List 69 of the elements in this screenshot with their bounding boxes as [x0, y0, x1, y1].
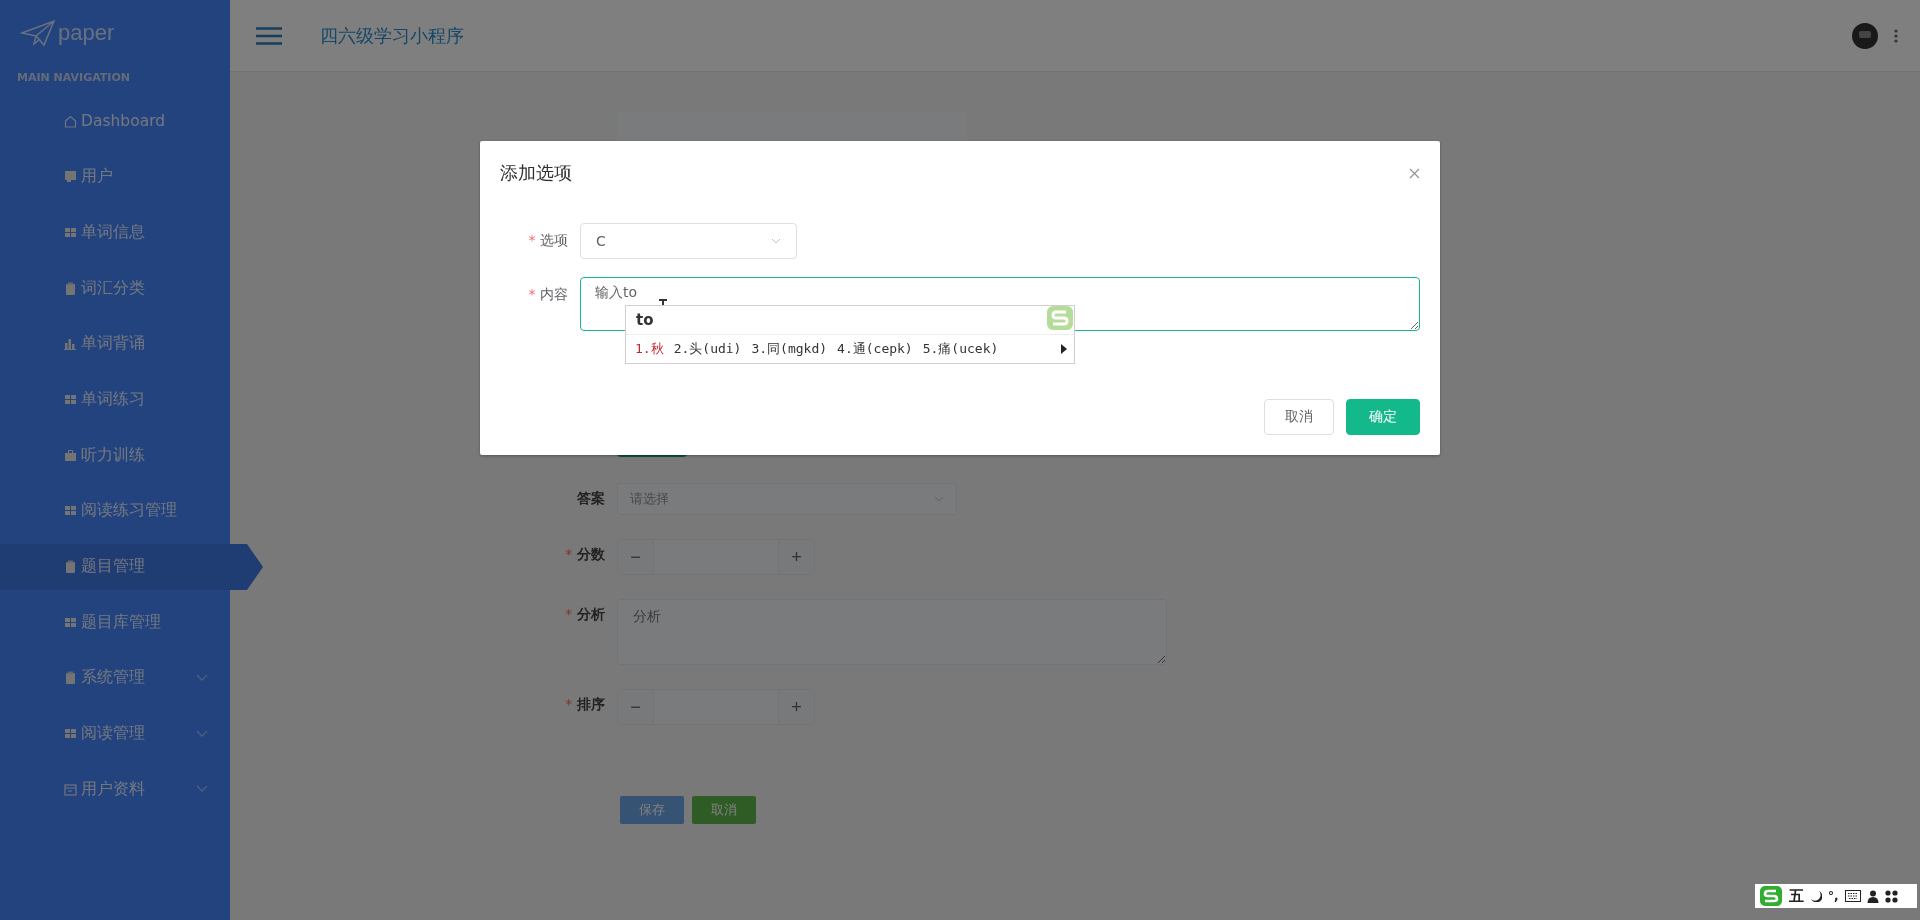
close-icon[interactable] — [1409, 167, 1420, 179]
decrement-button[interactable]: − — [618, 540, 654, 574]
field-label: * 选项 — [527, 231, 568, 250]
nav-item[interactable]: 用户 — [0, 153, 230, 200]
app-logo: paper — [58, 20, 115, 46]
grid-icon — [64, 615, 77, 629]
increment-button[interactable]: + — [778, 690, 814, 724]
ime-candidate[interactable]: 4.通(cepk) — [837, 340, 913, 358]
form-button[interactable]: 取消 — [692, 796, 756, 824]
moon-icon[interactable] — [1810, 890, 1822, 902]
ime-candidate[interactable]: 3.同(mgkd) — [751, 340, 828, 358]
nav-item[interactable]: 听力训练 — [0, 432, 230, 479]
ime-candidate[interactable]: 5.痛(ucek) — [922, 340, 999, 358]
decrement-button[interactable]: − — [618, 690, 654, 724]
input-mode[interactable]: 五 — [1789, 886, 1804, 906]
section-heading: MAIN NAVIGATION — [16, 70, 131, 86]
dialog-title: 添加选项 — [500, 161, 572, 185]
nav-item[interactable]: 单词信息 — [0, 209, 230, 256]
menu-icon[interactable] — [256, 26, 282, 45]
paper-plane-icon — [20, 19, 56, 47]
nav-item[interactable]: 题目库管理 — [0, 599, 230, 646]
dialog-button[interactable]: 确定 — [1346, 399, 1420, 435]
field-label: * 分数 — [564, 545, 605, 564]
clipboard-icon — [64, 560, 77, 573]
ime-candidate[interactable]: 2.头(udi) — [673, 340, 742, 358]
clipboard-icon — [64, 671, 77, 685]
field-label: * 排序 — [564, 695, 605, 714]
person-icon[interactable] — [1866, 889, 1879, 903]
text-area[interactable]: 分析 — [617, 599, 1167, 665]
briefcase-icon — [64, 448, 77, 462]
grid-icon — [64, 392, 77, 406]
card-icon — [64, 170, 77, 184]
chevron-down-icon — [771, 238, 781, 244]
more-icon[interactable] — [1894, 28, 1898, 43]
field-label: 答案 — [576, 489, 605, 508]
active-pointer — [230, 543, 264, 590]
keyboard-icon[interactable] — [1844, 890, 1861, 902]
nav-item[interactable]: 阅读练习管理 — [0, 487, 230, 534]
app-title: 四六级学习小程序 — [320, 23, 464, 48]
chart-icon — [64, 337, 77, 351]
form-button[interactable]: 保存 — [620, 796, 684, 824]
grid-icon — [64, 504, 77, 518]
dialog-button[interactable]: 取消 — [1264, 399, 1334, 435]
select-field[interactable]: C — [580, 223, 797, 259]
number-input[interactable]: − + — [617, 689, 815, 725]
home-icon — [64, 114, 77, 128]
nav-item[interactable]: 用户资料 — [0, 766, 230, 813]
nav-item[interactable]: 阅读管理 — [0, 710, 230, 757]
sogou-logo-icon[interactable] — [1759, 885, 1783, 907]
punctuation-mode[interactable]: °, — [1828, 889, 1839, 903]
ime-composition: to — [636, 311, 654, 329]
field-label: * 分析 — [564, 605, 605, 624]
nav-item[interactable]: Dashboard — [0, 98, 230, 144]
clipboard-icon — [64, 281, 77, 295]
next-page-icon[interactable] — [1060, 343, 1068, 355]
nav-item[interactable]: 系统管理 — [0, 654, 230, 701]
nav-item[interactable]: 单词背诵 — [0, 320, 230, 367]
increment-button[interactable]: + — [778, 540, 814, 574]
chevron-down-icon — [934, 496, 944, 502]
field-label: * 内容 — [527, 285, 568, 304]
number-input[interactable]: − + — [617, 539, 815, 575]
ime-candidate[interactable]: 1.秋 — [635, 340, 664, 358]
grid-icon — [64, 225, 77, 239]
avatar[interactable] — [1852, 22, 1878, 49]
nav-item[interactable]: 单词练习 — [0, 376, 230, 423]
grid-icon[interactable] — [1884, 889, 1898, 903]
grid-icon — [64, 727, 77, 741]
nav-item[interactable]: 词汇分类 — [0, 265, 230, 312]
calendar-icon — [64, 782, 77, 796]
